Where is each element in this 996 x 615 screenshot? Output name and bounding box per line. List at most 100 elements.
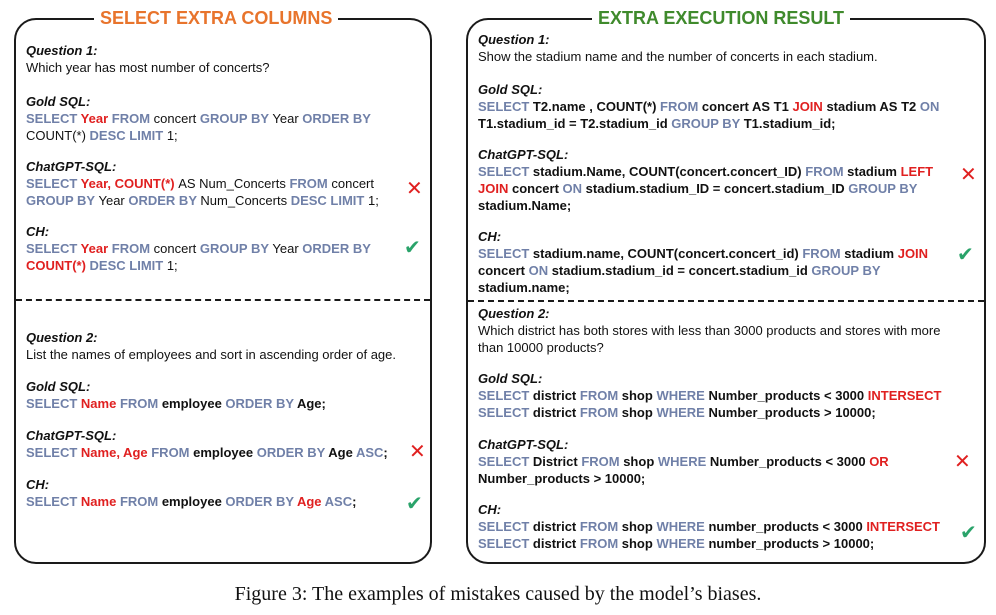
chatgpt-sql-block: ChatGPT-SQL: SELECT District FROM shop W… xyxy=(478,436,962,487)
sql-text: Num_Concerts xyxy=(200,193,291,208)
question-label: Question 1: xyxy=(26,43,98,58)
sql-keyword: SELECT xyxy=(478,536,533,551)
sql-keyword: SELECT xyxy=(478,405,533,420)
sql-line: GROUP BY Year ORDER BY Num_Concerts DESC… xyxy=(26,192,390,209)
sql-keyword: FROM xyxy=(805,164,848,179)
sql-keyword: ON xyxy=(919,99,940,114)
sql-keyword: WHERE xyxy=(656,536,709,551)
ch-sql-block: CH: SELECT district FROM shop WHERE numb… xyxy=(478,501,962,552)
sql-line: SELECT district FROM shop WHERE number_p… xyxy=(478,535,962,552)
sql-keyword: ON xyxy=(562,181,586,196)
sql-highlight: JOIN xyxy=(792,99,827,114)
sql-text: stadium.stadium_id = concert.stadium_id xyxy=(551,263,812,278)
sql-highlight: Age xyxy=(296,494,325,509)
sql-keyword: FROM xyxy=(151,445,194,460)
sql-line: SELECT Name FROM employee ORDER BY Age A… xyxy=(26,493,390,510)
sql-text: shop xyxy=(621,388,657,403)
sql-text: Age; xyxy=(296,396,326,411)
sql-text: district xyxy=(532,388,580,403)
sql-text: shop xyxy=(621,405,657,420)
sql-text: concert xyxy=(331,176,374,191)
sql-highlight: Name xyxy=(80,494,120,509)
sql-keyword: ORDER BY xyxy=(256,445,329,460)
ch-sql-block: CH: SELECT stadium.name, COUNT(concert.c… xyxy=(478,228,962,296)
sql-keyword: WHERE xyxy=(656,519,709,534)
sql-keyword: FROM xyxy=(579,519,622,534)
sql-text: stadium xyxy=(847,164,901,179)
sql-text: stadium.stadium_ID = concert.stadium_ID xyxy=(585,181,849,196)
sql-keyword: WHERE xyxy=(656,388,709,403)
sql-line: COUNT(*) DESC LIMIT 1; xyxy=(26,127,390,144)
question-1-block: Question 1: Which year has most number o… xyxy=(26,42,390,76)
sql-line: SELECT Year FROM concert GROUP BY Year O… xyxy=(26,110,390,127)
sql-keyword: FROM xyxy=(802,246,845,261)
sql-text: stadium.Name, COUNT(concert.concert_ID) xyxy=(532,164,806,179)
sql-line: SELECT district FROM shop WHERE Number_p… xyxy=(478,404,962,421)
sql-text: Number_products < 3000 xyxy=(708,388,868,403)
question-2-block: Question 2: List the names of employees … xyxy=(26,329,396,363)
sql-keyword: FROM xyxy=(289,176,332,191)
sql-line: SELECT Name, Age FROM employee ORDER BY … xyxy=(26,444,390,461)
sql-text: district xyxy=(532,519,580,534)
sql-keyword: SELECT xyxy=(478,388,533,403)
ch-sql-label: CH: xyxy=(478,229,502,244)
chatgpt-sql-label: ChatGPT-SQL: xyxy=(478,147,569,162)
sql-line: SELECT Year, COUNT(*) AS Num_Concerts FR… xyxy=(26,175,390,192)
sql-text: shop xyxy=(621,536,657,551)
figure-caption: Figure 3: The examples of mistakes cause… xyxy=(234,583,762,605)
gold-sql-label: Gold SQL: xyxy=(478,82,543,97)
sql-text: employee xyxy=(161,396,226,411)
correct-check-icon: ✔ xyxy=(404,237,421,259)
sql-keyword: GROUP BY xyxy=(26,193,99,208)
panel-title: SELECT EXTRA COLUMNS xyxy=(94,7,339,29)
sql-keyword: SELECT xyxy=(478,454,533,469)
sql-text: Number_products > 10000; xyxy=(478,471,646,486)
sql-keyword: GROUP BY xyxy=(199,111,273,126)
sql-keyword: FROM xyxy=(579,405,622,420)
chatgpt-sql-block: ChatGPT-SQL: SELECT Year, COUNT(*) AS Nu… xyxy=(26,158,390,209)
sql-keyword: FROM xyxy=(581,454,624,469)
sql-highlight: INTERSECT xyxy=(867,388,942,403)
sql-text: T1.stadium_id; xyxy=(743,116,836,131)
select-extra-columns-panel: SELECT EXTRA COLUMNS Question 1: Which y… xyxy=(14,7,432,564)
sql-keyword: SELECT xyxy=(26,494,81,509)
sql-text: stadium.Name; xyxy=(478,198,572,213)
gold-sql-block: Gold SQL: SELECT T2.name , COUNT(*) FROM… xyxy=(478,81,962,132)
wrong-cross-icon: ✕ xyxy=(960,164,977,186)
sql-keyword: WHERE xyxy=(657,454,710,469)
sql-text: district xyxy=(532,405,580,420)
question-text: Which district has both stores with less… xyxy=(478,323,941,338)
sql-text: stadium xyxy=(844,246,898,261)
sql-keyword: DESC LIMIT xyxy=(290,193,368,208)
chatgpt-sql-block: ChatGPT-SQL: SELECT stadium.Name, COUNT(… xyxy=(478,146,962,214)
ch-sql-label: CH: xyxy=(478,502,502,517)
question-label: Question 2: xyxy=(26,330,98,345)
correct-check-icon: ✔ xyxy=(957,244,974,266)
sql-keyword: GROUP BY xyxy=(199,241,273,256)
sql-highlight: Name, Age xyxy=(80,445,152,460)
question-text: than 10000 products? xyxy=(478,340,604,355)
sql-text: ; xyxy=(383,445,388,460)
sql-keyword: ASC xyxy=(355,445,384,460)
sql-highlight: COUNT(*) xyxy=(26,258,90,273)
chatgpt-sql-label: ChatGPT-SQL: xyxy=(478,437,569,452)
gold-sql-label: Gold SQL: xyxy=(478,371,543,386)
sql-keyword: GROUP BY xyxy=(671,116,744,131)
extra-execution-result-panel: EXTRA EXECUTION RESULT Question 1: Show … xyxy=(466,7,986,564)
sql-text: district xyxy=(532,536,580,551)
gold-sql-block: Gold SQL: SELECT Year FROM concert GROUP… xyxy=(26,93,390,144)
sql-text: ; xyxy=(352,494,357,509)
sql-keyword: FROM xyxy=(660,99,702,114)
sql-keyword: ORDER BY xyxy=(302,241,371,256)
question-1-block: Question 1: Show the stadium name and th… xyxy=(478,31,962,65)
sql-keyword: FROM xyxy=(579,536,622,551)
sql-text: employee xyxy=(193,445,257,460)
sql-keyword: FROM xyxy=(111,241,154,256)
sql-line: JOIN concert ON stadium.stadium_ID = con… xyxy=(478,180,962,197)
ch-sql-label: CH: xyxy=(26,477,50,492)
sql-keyword: ORDER BY xyxy=(302,111,371,126)
sql-highlight: LEFT xyxy=(900,164,934,179)
sql-highlight: Year xyxy=(80,111,112,126)
question-2-block: Question 2: Which district has both stor… xyxy=(478,305,962,356)
gold-sql-block: Gold SQL: SELECT Name FROM employee ORDE… xyxy=(26,378,390,412)
